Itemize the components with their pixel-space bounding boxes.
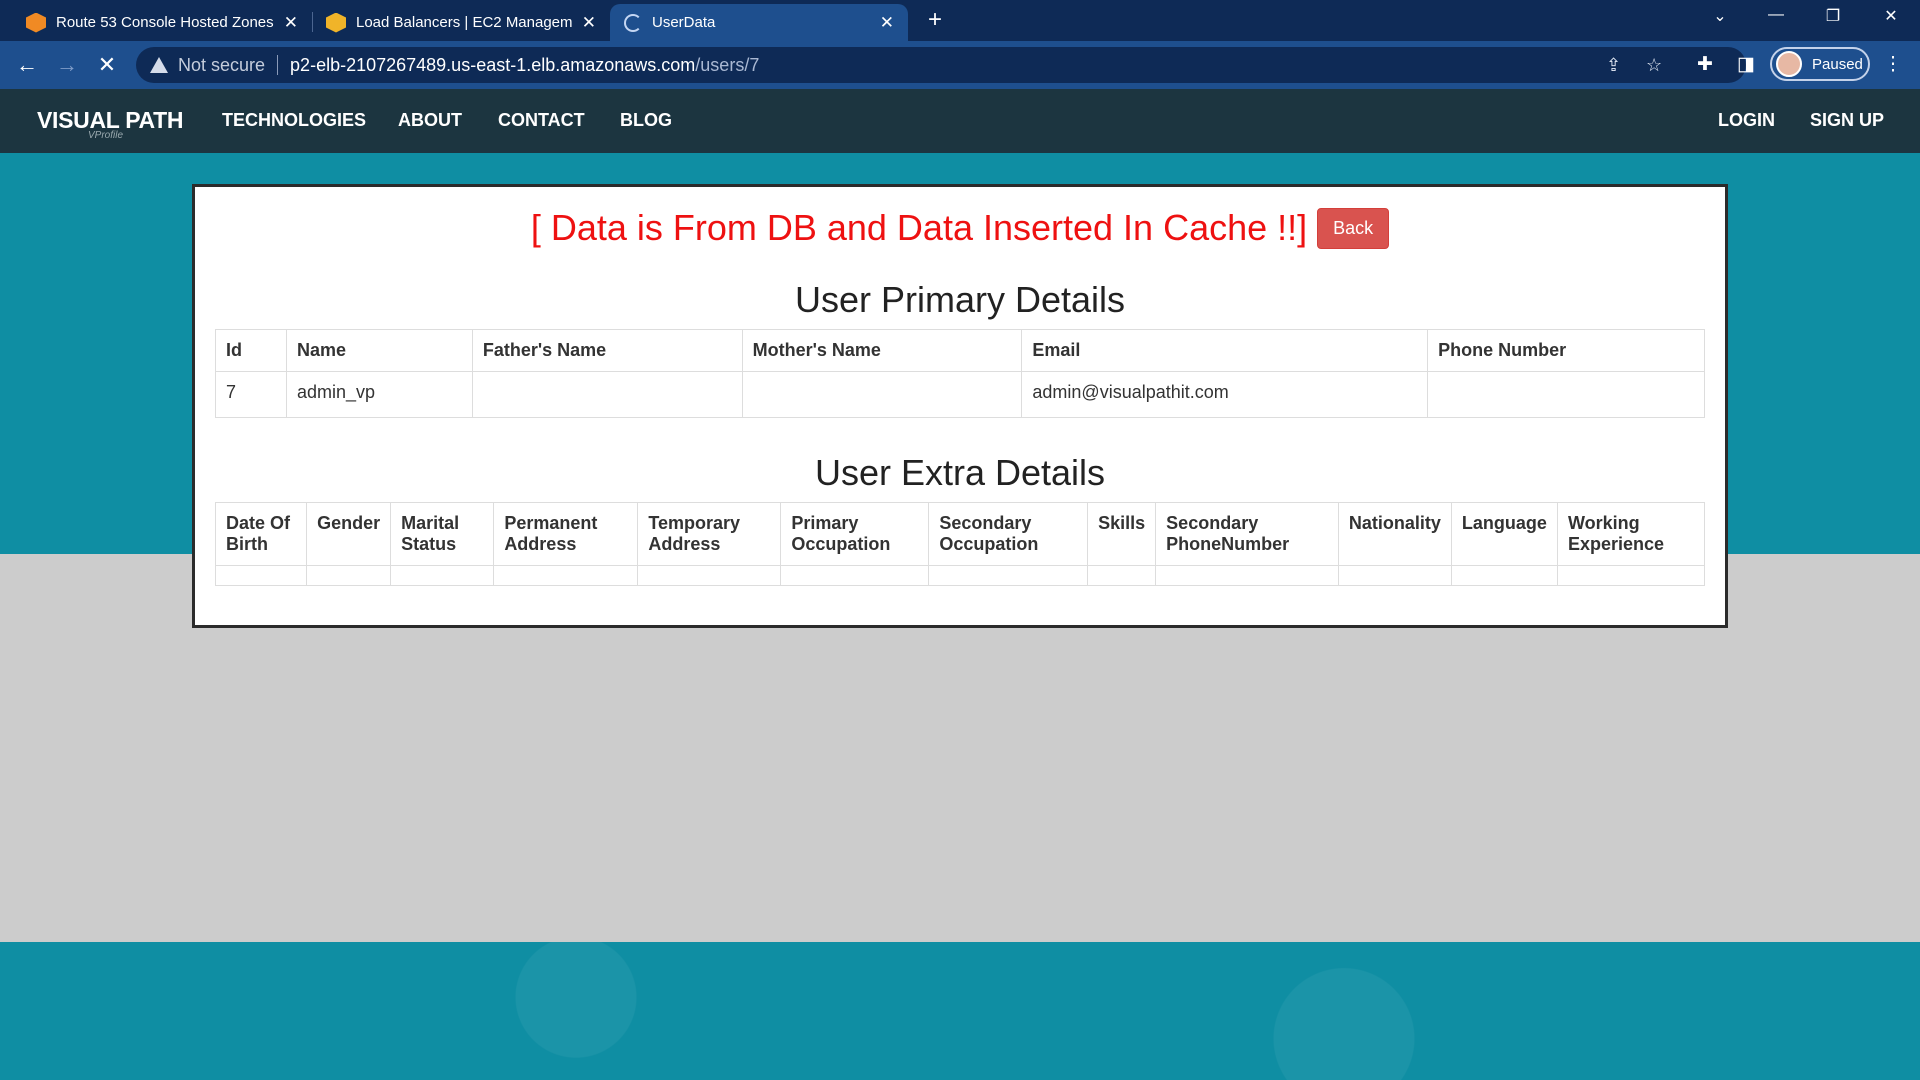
nav-technologies[interactable]: TECHNOLOGIES (222, 110, 366, 131)
share-icon[interactable]: ⇪ (1606, 47, 1621, 83)
tab-route53[interactable]: Route 53 Console Hosted Zones ✕ (12, 4, 312, 41)
tab-search-chevron-icon[interactable]: ⌄ (1705, 6, 1735, 26)
column-header: Date Of Birth (214, 502, 308, 566)
warning-icon (150, 57, 168, 73)
column-header: Skills (1087, 502, 1157, 566)
ec2-icon (326, 12, 346, 33)
url-host: p2-elb-2107267489.us-east-1.elb.amazonaw… (290, 54, 696, 75)
column-header: Gender (306, 502, 392, 566)
cell-father-name (471, 371, 743, 418)
extensions-puzzle-icon[interactable]: ✚ (1692, 52, 1718, 78)
column-header: Secondary Occupation (928, 502, 1089, 566)
cell-phone (1427, 371, 1705, 418)
close-window-button[interactable]: ✕ (1876, 6, 1906, 26)
column-header: Permanent Address (493, 502, 639, 566)
column-header: Secondary PhoneNumber (1155, 502, 1339, 566)
close-icon[interactable]: ✕ (582, 13, 596, 33)
tab-load-balancers[interactable]: Load Balancers | EC2 Management ✕ (312, 4, 610, 41)
empty-cell (1087, 565, 1157, 586)
extra-details-table: Date Of Birth Gender Marital Status Perm… (214, 502, 1706, 586)
cell-email: admin@visualpathit.com (1021, 371, 1429, 418)
user-data-card: [ Data is From DB and Data Inserted In C… (192, 184, 1728, 628)
empty-cell (780, 565, 930, 586)
empty-cell (306, 565, 392, 586)
nav-signup[interactable]: SIGN UP (1810, 110, 1884, 131)
primary-details-title: User Primary Details (794, 279, 1126, 320)
column-header: Temporary Address (637, 502, 782, 566)
empty-cell (1450, 565, 1558, 586)
restore-button[interactable]: ❐ (1818, 6, 1848, 26)
site-navbar: VISUAL PATH VProfile TECHNOLOGIES ABOUT … (0, 89, 1920, 153)
profile-status: Paused (1812, 55, 1863, 73)
nav-about[interactable]: ABOUT (398, 110, 462, 131)
back-button[interactable]: Back (1317, 207, 1390, 249)
headline-row: [ Data is From DB and Data Inserted In C… (195, 207, 1725, 249)
table-row (214, 565, 1706, 586)
new-tab-button[interactable]: + (922, 8, 948, 34)
nav-login[interactable]: LOGIN (1718, 110, 1775, 131)
column-header: Id (215, 329, 287, 372)
empty-cell (390, 565, 495, 586)
column-header: Name (285, 329, 473, 372)
minimize-button[interactable]: — (1761, 6, 1791, 24)
column-header: Email (1021, 329, 1429, 372)
column-header: Father's Name (471, 329, 743, 372)
page: VISUAL PATH VProfile TECHNOLOGIES ABOUT … (0, 89, 1920, 1080)
table-header-row: Id Name Father's Name Mother's Name Emai… (215, 329, 1705, 372)
empty-cell (1155, 565, 1339, 586)
profile-button[interactable]: Paused (1770, 47, 1870, 81)
extra-details-title: User Extra Details (814, 452, 1106, 493)
close-icon[interactable]: ✕ (880, 13, 894, 33)
primary-details-table: Id Name Father's Name Mother's Name Emai… (215, 329, 1705, 418)
column-header: Mother's Name (741, 329, 1023, 372)
forward-arrow-icon[interactable]: → (52, 50, 82, 80)
side-panel-icon[interactable]: ◨ (1733, 52, 1759, 78)
stop-loading-icon[interactable]: ✕ (92, 50, 122, 80)
url-path: /users/7 (695, 54, 760, 75)
column-header: Nationality (1337, 502, 1452, 566)
omnibox-divider (277, 55, 279, 75)
column-header: Phone Number (1427, 329, 1705, 372)
nav-contact[interactable]: CONTACT (498, 110, 585, 131)
tab-title: Load Balancers | EC2 Management (356, 14, 572, 31)
column-header: Working Experience (1556, 502, 1706, 566)
background-band-bottom (0, 942, 1920, 1080)
table-row: 7 admin_vp admin@visualpathit.com (215, 371, 1705, 418)
browser-tab-bar: Route 53 Console Hosted Zones ✕ Load Bal… (0, 0, 1920, 41)
back-arrow-icon[interactable]: ← (12, 50, 42, 80)
cell-mother-name (741, 371, 1023, 418)
menu-kebab-icon[interactable]: ⋮ (1880, 52, 1906, 78)
close-icon[interactable]: ✕ (284, 13, 298, 33)
empty-cell (928, 565, 1089, 586)
avatar (1776, 51, 1802, 77)
empty-cell (637, 565, 782, 586)
cell-id: 7 (215, 371, 287, 418)
cell-name: admin_vp (285, 371, 473, 418)
brand-subtitle: VProfile (88, 130, 124, 141)
tab-title: Route 53 Console Hosted Zones (56, 14, 274, 31)
column-header: Language (1450, 502, 1558, 566)
column-header: Primary Occupation (780, 502, 930, 566)
cache-status-message: [ Data is From DB and Data Inserted In C… (530, 207, 1308, 248)
route53-icon (26, 12, 46, 33)
security-label[interactable]: Not secure (178, 55, 265, 76)
tab-title: UserData (652, 14, 716, 31)
empty-cell (1556, 565, 1706, 586)
loading-spinner-icon (624, 13, 642, 32)
table-header-row: Date Of Birth Gender Marital Status Perm… (214, 502, 1706, 566)
nav-blog[interactable]: BLOG (620, 110, 672, 131)
empty-cell (214, 565, 308, 586)
bookmark-star-icon[interactable]: ☆ (1646, 47, 1662, 83)
empty-cell (1337, 565, 1452, 586)
empty-cell (493, 565, 639, 586)
column-header: Marital Status (390, 502, 495, 566)
browser-toolbar: ← → ✕ Not secure p2-elb-2107267489.us-ea… (0, 41, 1920, 89)
address-bar[interactable]: Not secure p2-elb-2107267489.us-east-1.e… (136, 47, 1746, 83)
tab-userdata[interactable]: UserData ✕ (610, 4, 908, 41)
